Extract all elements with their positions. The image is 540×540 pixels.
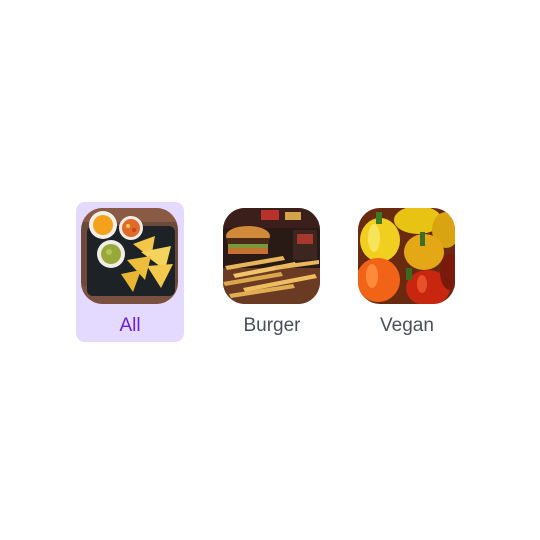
burger-image xyxy=(223,208,320,304)
category-all[interactable]: All xyxy=(76,202,184,342)
category-label-vegan: Vegan xyxy=(380,315,434,336)
category-label-all: All xyxy=(119,315,141,336)
category-selector: All Burger Vegan xyxy=(0,0,540,540)
category-burger[interactable]: Burger xyxy=(218,202,326,342)
category-vegan[interactable]: Vegan xyxy=(353,202,461,342)
nachos-image xyxy=(81,208,178,304)
category-label-burger: Burger xyxy=(243,315,301,336)
peppers-image xyxy=(358,208,455,304)
